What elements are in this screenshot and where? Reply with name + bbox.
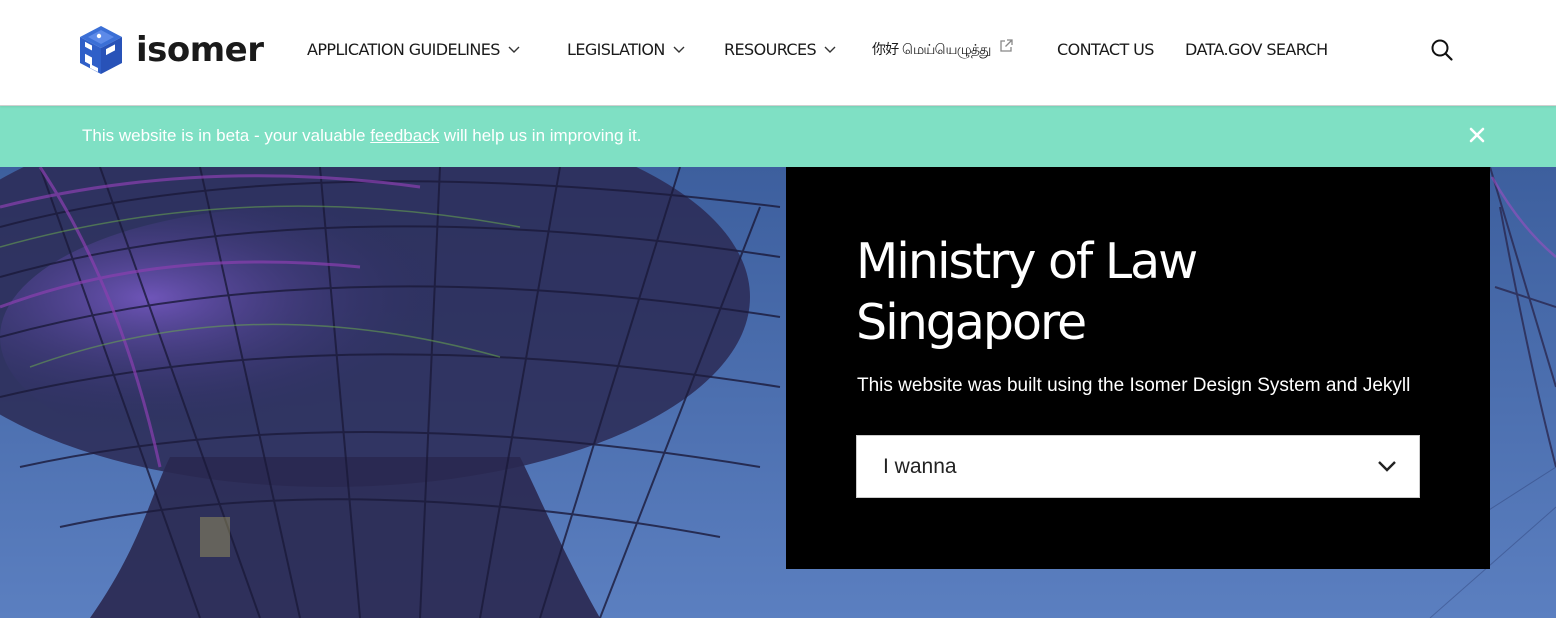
nav-item-label: 你好 மெய்யெழுத்து — [872, 42, 991, 58]
nav-item-data-gov-search[interactable]: DATA.GOV SEARCH — [1185, 38, 1328, 62]
title-line-2: Singapore — [856, 294, 1087, 351]
chevron-down-icon — [673, 46, 685, 53]
title-line-1: Ministry of Law — [856, 233, 1198, 290]
beta-message: This website is in beta - your valuable … — [82, 125, 641, 147]
hero-subtitle: This website was built using the Isomer … — [857, 375, 1411, 396]
nav-item-contact-us[interactable]: CONTACT US — [1057, 38, 1154, 62]
nav-item-label: CONTACT US — [1057, 40, 1154, 59]
beta-text-end: will help us in improving it. — [439, 126, 642, 145]
nav-item-label: LEGISLATION — [567, 40, 665, 59]
nav-item-multilingual-link[interactable]: 你好 மெய்யெழுத்து — [872, 38, 1013, 62]
hero-section: Ministry of Law Singapore This website w… — [0, 167, 1556, 618]
dropdown-label: I wanna — [883, 455, 957, 478]
feedback-link[interactable]: feedback — [370, 126, 439, 145]
search-icon[interactable] — [1430, 38, 1454, 62]
logo-wordmark: isomer — [136, 30, 264, 70]
hero-card: Ministry of Law Singapore This website w… — [786, 167, 1490, 569]
page-title: Ministry of Law Singapore — [856, 231, 1456, 353]
nav-item-label: APPLICATION GUIDELINES — [307, 40, 500, 59]
site-header: isomer APPLICATION GUIDELINES LEGISLATIO… — [0, 0, 1556, 106]
chevron-down-icon — [824, 46, 836, 53]
i-wanna-dropdown[interactable]: I wanna — [856, 435, 1420, 498]
nav-item-label: DATA.GOV SEARCH — [1185, 40, 1328, 59]
external-link-icon — [999, 39, 1013, 52]
nav-item-resources[interactable]: RESOURCES — [724, 38, 836, 62]
chevron-down-icon — [508, 46, 520, 53]
beta-banner: This website is in beta - your valuable … — [0, 106, 1556, 167]
nav-item-application-guidelines[interactable]: APPLICATION GUIDELINES — [307, 38, 520, 62]
isomer-cube-icon — [80, 26, 122, 74]
isomer-logo[interactable]: isomer — [78, 24, 264, 76]
nav-item-legislation[interactable]: LEGISLATION — [567, 38, 685, 62]
chevron-down-icon — [1378, 461, 1396, 472]
nav-item-label: RESOURCES — [724, 40, 817, 59]
close-icon[interactable] — [1468, 126, 1486, 144]
beta-text-start: This website is in beta - your valuable — [82, 126, 371, 145]
